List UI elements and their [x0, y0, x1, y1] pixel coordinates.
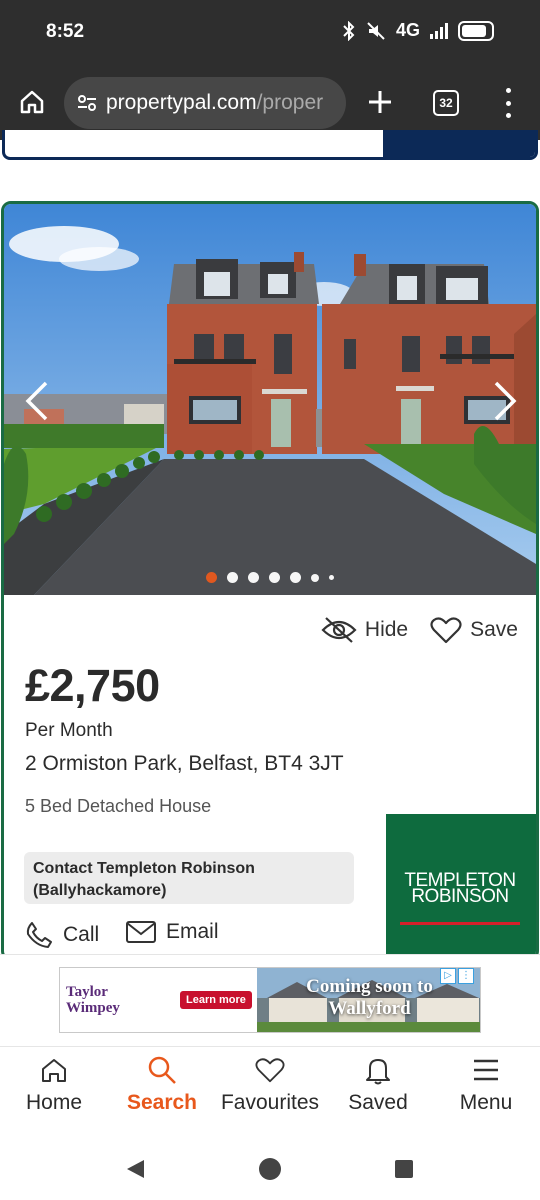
heart-icon — [430, 617, 462, 644]
save-label: Save — [470, 618, 518, 641]
email-label: Email — [166, 920, 219, 943]
new-tab-button[interactable] — [364, 86, 396, 118]
listing-price: £2,750 — [25, 660, 160, 711]
gallery-dots — [4, 572, 536, 583]
ad-close-icon: ⋮ — [458, 968, 474, 984]
mute-icon — [367, 21, 385, 40]
signal-icon — [430, 22, 448, 39]
hide-button[interactable]: Hide — [321, 616, 408, 644]
status-icons: 4G — [342, 20, 494, 41]
gallery-dot[interactable] — [248, 572, 259, 583]
email-button[interactable]: Email — [125, 920, 219, 944]
gallery-dot-active[interactable] — [206, 572, 217, 583]
save-button[interactable]: Save — [430, 616, 518, 644]
address-bar[interactable]: propertypal.com/proper — [64, 77, 346, 129]
status-bar: 8:52 4G — [0, 0, 540, 66]
previous-photo-button[interactable] — [22, 379, 52, 423]
call-label: Call — [63, 923, 100, 946]
agent-contact-pill[interactable]: Contact Templeton Robinson (Ballyhackamo… — [24, 852, 354, 904]
ad-area: Taylor Wimpey Learn more Coming soon to … — [0, 954, 540, 1046]
tab-switcher-button[interactable]: 32 — [433, 90, 459, 116]
overflow-menu-button[interactable] — [498, 88, 518, 118]
bell-icon — [366, 1059, 390, 1085]
nav-menu[interactable]: Menu — [432, 1055, 540, 1115]
hide-label: Hide — [364, 618, 409, 641]
envelope-icon — [126, 921, 156, 943]
home-icon — [20, 90, 44, 114]
url-path: /proper — [256, 91, 324, 114]
system-nav-bar — [0, 1136, 540, 1200]
ad-choices[interactable]: ▷ ⋮ — [440, 968, 478, 984]
gallery-dot[interactable] — [290, 572, 301, 583]
agent-logo[interactable]: TEMPLETON ROBINSON — [386, 814, 536, 958]
next-photo-button[interactable] — [490, 379, 520, 423]
browser-home-button[interactable] — [14, 84, 50, 120]
battery-icon — [458, 20, 494, 41]
site-settings-icon — [78, 95, 96, 111]
eye-off-icon — [321, 617, 357, 643]
ad-brand-line1: Taylor — [66, 984, 108, 1000]
network-type: 4G — [395, 20, 420, 40]
gallery-dot[interactable] — [329, 575, 334, 580]
ad-brand-line2: Wimpey — [66, 1000, 120, 1016]
listing-card[interactable]: Hide Save £2,750 Per Month 2 Ormiston Pa… — [1, 201, 539, 961]
nav-menu-label: Menu — [459, 1091, 513, 1114]
phone-icon — [26, 922, 52, 948]
home-circle-icon[interactable] — [258, 1157, 282, 1181]
search-icon — [148, 1056, 176, 1084]
agent-logo-underline — [400, 922, 520, 925]
home-icon — [42, 1059, 66, 1082]
browser-toolbar: propertypal.com/proper 32 — [0, 66, 540, 140]
nav-saved[interactable]: Saved — [324, 1055, 432, 1115]
listing-actions: Hide Save — [321, 616, 518, 644]
agent-logo-line2: ROBINSON — [411, 886, 509, 907]
nav-search-label: Search — [126, 1091, 198, 1114]
call-button[interactable]: Call — [24, 920, 99, 950]
house-photo — [4, 204, 536, 595]
gallery-dot[interactable] — [269, 572, 280, 583]
gallery-dot[interactable] — [227, 572, 238, 583]
price-qualifier: Per Month — [25, 720, 113, 741]
ad-headline-line2: Wallyford — [328, 998, 411, 1019]
url-host: propertypal.com — [106, 91, 257, 114]
listing-photo[interactable] — [4, 204, 536, 595]
heart-icon — [255, 1058, 285, 1083]
gallery-dot[interactable] — [311, 573, 319, 582]
hamburger-icon — [474, 1059, 498, 1081]
nav-favourites-label: Favourites — [220, 1091, 320, 1114]
url-text: propertypal.com/proper — [106, 91, 323, 115]
back-icon[interactable] — [124, 1158, 146, 1180]
ad-play-icon: ▷ — [440, 968, 456, 984]
ad-brand: Taylor Wimpey — [66, 984, 120, 1016]
recents-icon[interactable] — [394, 1159, 414, 1179]
ad-learn-more-button[interactable]: Learn more — [180, 991, 252, 1009]
listing-address[interactable]: 2 Ormiston Park, Belfast, BT4 3JT — [25, 752, 344, 776]
nav-search[interactable]: Search — [108, 1055, 216, 1115]
nav-favourites[interactable]: Favourites — [216, 1055, 324, 1115]
bottom-nav: Home Search Favourites Saved Menu — [0, 1046, 540, 1136]
nav-home[interactable]: Home — [0, 1055, 108, 1115]
status-time: 8:52 — [46, 21, 85, 42]
nav-home-label: Home — [25, 1091, 83, 1114]
previous-listing-card — [0, 130, 540, 162]
bluetooth-icon — [343, 20, 355, 41]
property-type: 5 Bed Detached House — [25, 796, 212, 816]
nav-saved-label: Saved — [348, 1091, 408, 1114]
ad-banner[interactable]: Taylor Wimpey Learn more Coming soon to … — [59, 967, 481, 1033]
